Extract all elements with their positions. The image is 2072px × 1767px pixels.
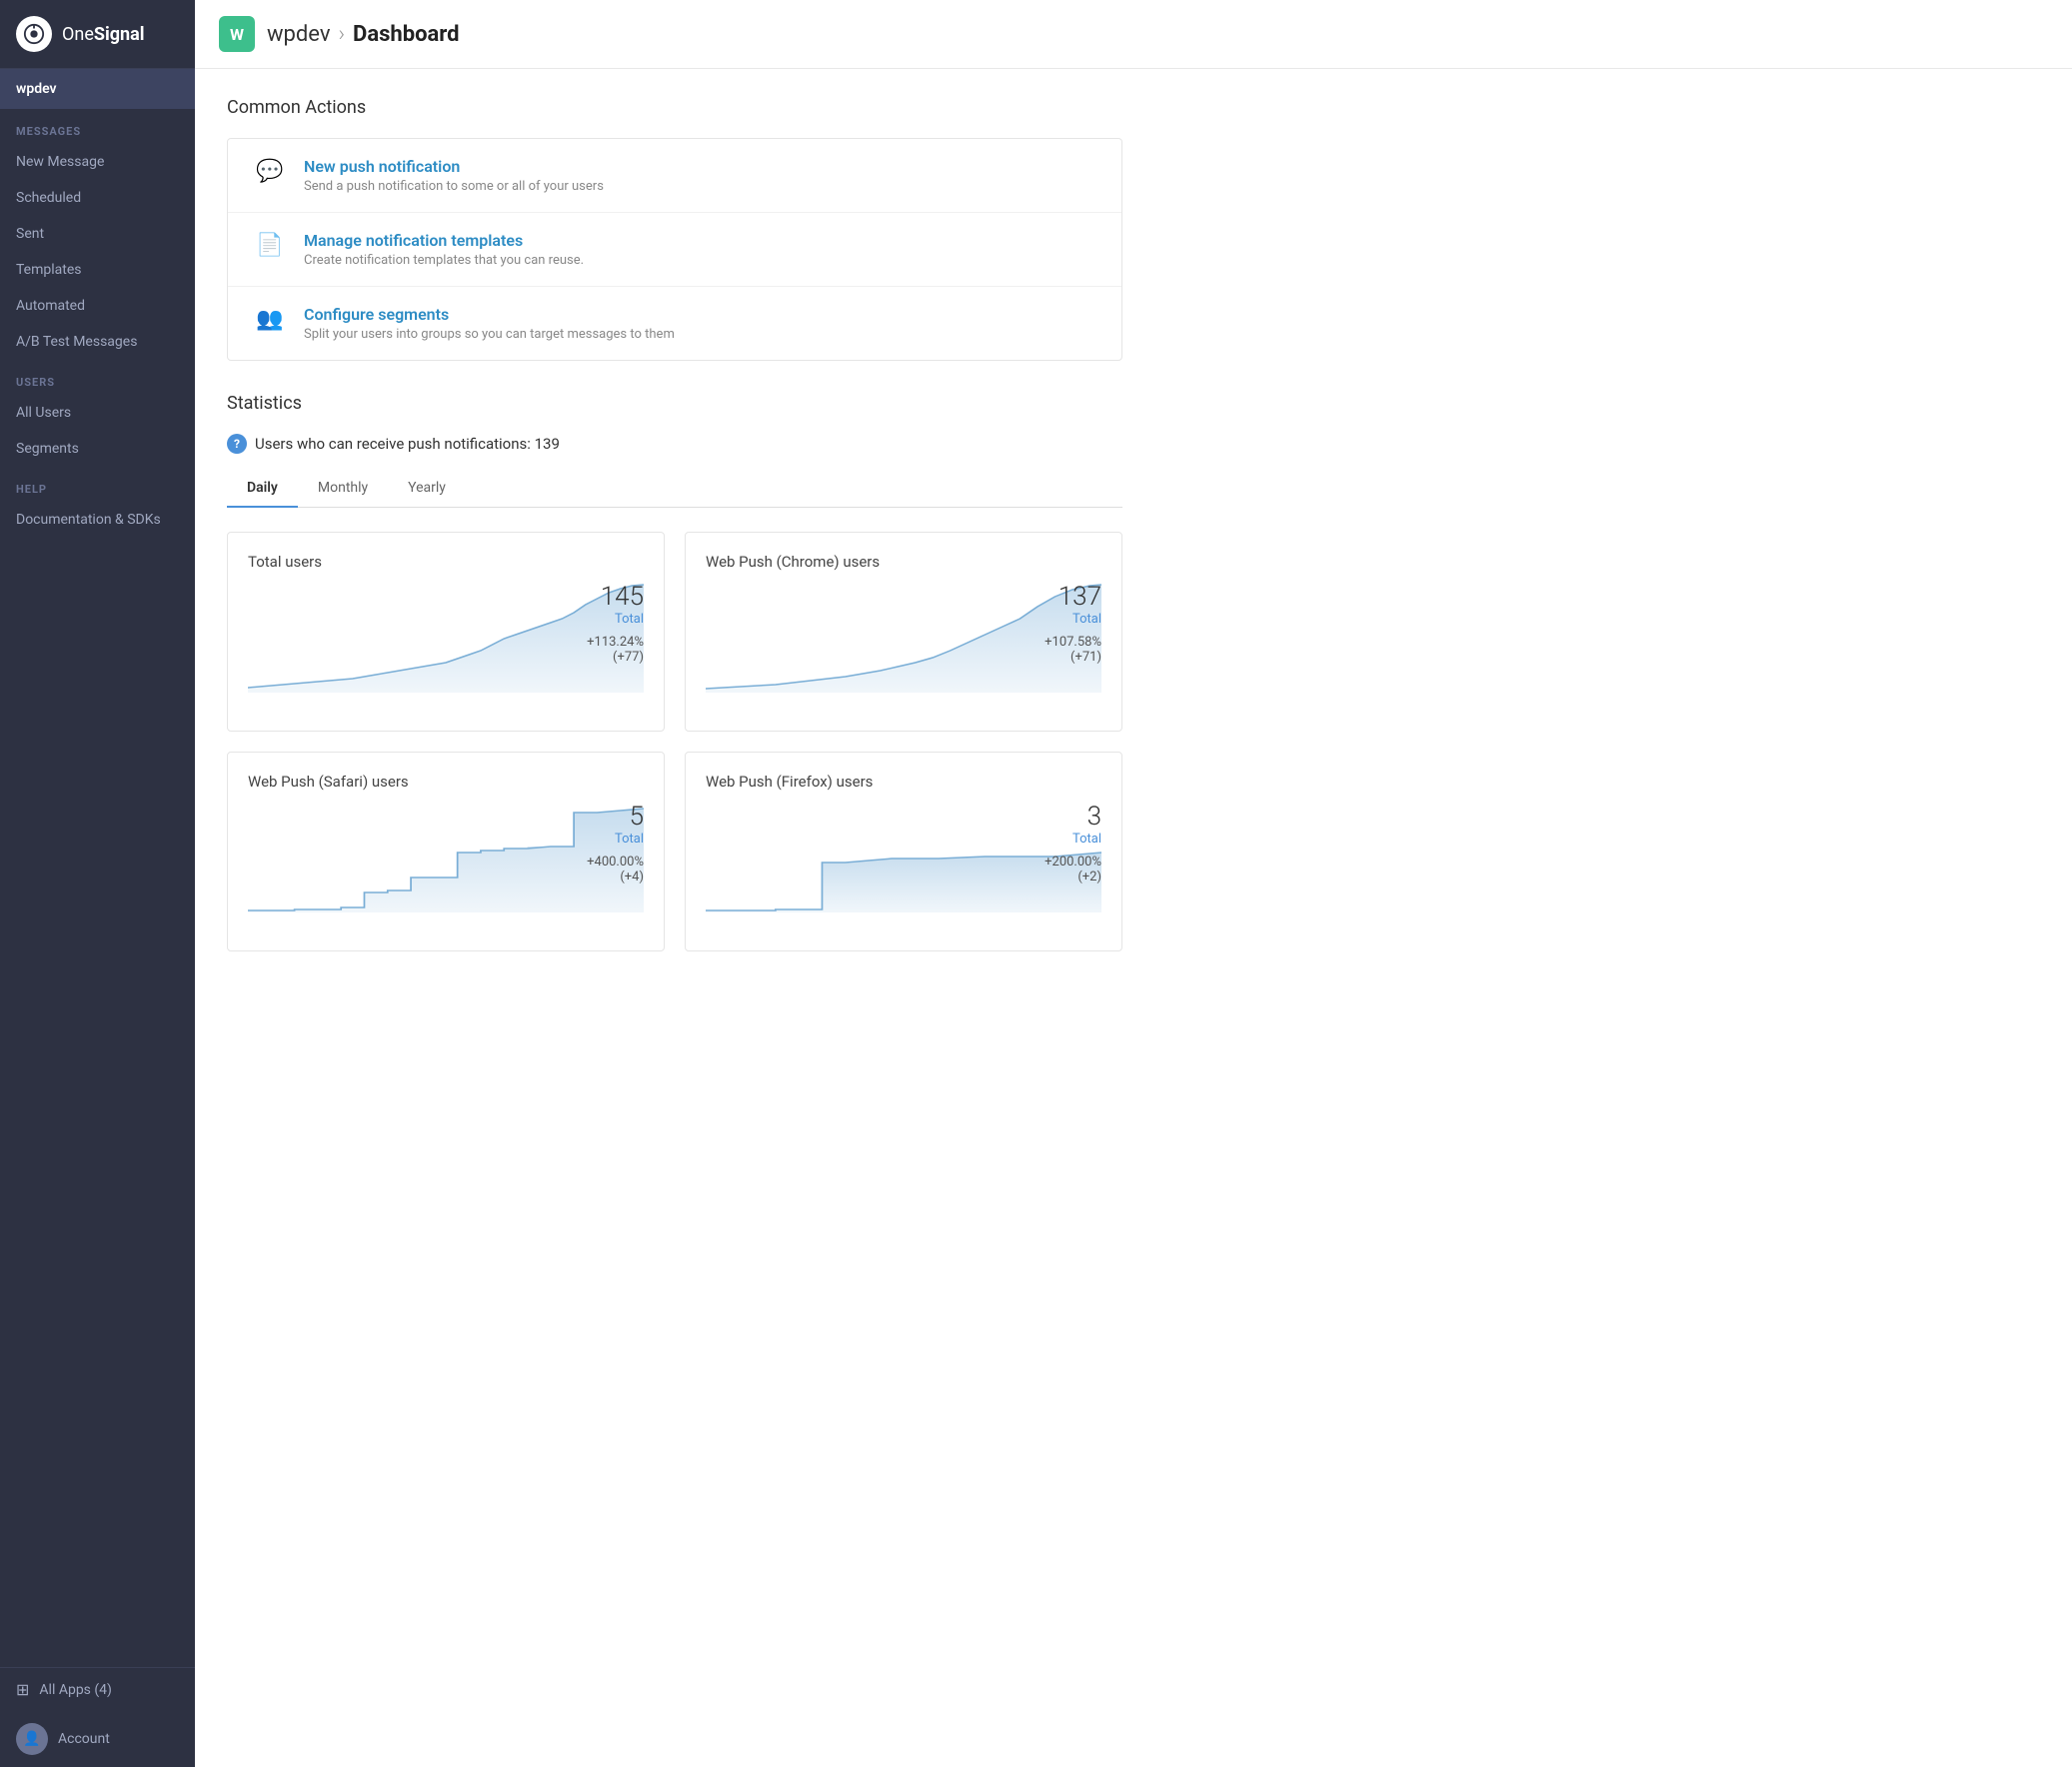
action-configure-segments-title[interactable]: Configure segments: [304, 305, 675, 324]
logo-text: OneSignal: [62, 24, 145, 45]
document-icon: 📄: [252, 231, 288, 258]
action-manage-templates-desc: Create notification templates that you c…: [304, 253, 584, 268]
logo-icon: [16, 16, 52, 52]
chart-chrome-users-stats: 137 Total +107.58% (+71): [1044, 583, 1101, 665]
chart-chrome-users-title: Web Push (Chrome) users: [706, 553, 1101, 571]
chart-chrome-users: Web Push (Chrome) users: [685, 532, 1122, 732]
sidebar-item-new-message[interactable]: New Message: [0, 144, 195, 180]
chart-total-users: Total users: [227, 532, 665, 732]
help-section-label: HELP: [0, 467, 195, 502]
topbar: W wpdev › Dashboard: [195, 0, 2072, 69]
sidebar-section-users: USERS All Users Segments: [0, 360, 195, 467]
sidebar-item-templates[interactable]: Templates: [0, 252, 195, 288]
sidebar-bottom: ⊞ All Apps (4) 👤 Account: [0, 1667, 195, 1767]
common-actions-list: 💬 New push notification Send a push noti…: [227, 138, 1122, 361]
chart-chrome-users-label: Total: [1044, 612, 1101, 627]
action-new-push-desc: Send a push notification to some or all …: [304, 179, 604, 194]
chart-safari-users-svg: [248, 803, 644, 912]
action-new-push-text: New push notification Send a push notifi…: [304, 157, 604, 194]
stats-header: ? Users who can receive push notificatio…: [227, 434, 1122, 454]
action-manage-templates-text: Manage notification templates Create not…: [304, 231, 584, 268]
stats-tabs: Daily Monthly Yearly: [227, 470, 1122, 508]
chart-total-users-change: +113.24%: [587, 635, 644, 650]
chart-chrome-users-change-sub: (+71): [1044, 650, 1101, 665]
sidebar-item-ab-test[interactable]: A/B Test Messages: [0, 324, 195, 360]
users-icon: 👥: [252, 305, 288, 332]
app-badge: W: [219, 16, 255, 52]
chart-safari-users-change: +400.00%: [587, 855, 644, 870]
chart-firefox-users-label: Total: [1044, 832, 1101, 847]
chart-safari-users-area: 5 Total +400.00% (+4): [248, 803, 644, 912]
chart-firefox-users-title: Web Push (Firefox) users: [706, 773, 1101, 791]
statistics-section: Statistics ? Users who can receive push …: [227, 393, 1122, 951]
chart-safari-users-label: Total: [587, 832, 644, 847]
action-configure-segments-desc: Split your users into groups so you can …: [304, 327, 675, 342]
sidebar-item-segments[interactable]: Segments: [0, 431, 195, 467]
chat-bubble-icon: 💬: [252, 157, 288, 184]
tab-daily[interactable]: Daily: [227, 470, 298, 508]
chart-firefox-users-stats: 3 Total +200.00% (+2): [1044, 803, 1101, 884]
account-label: Account: [58, 1731, 110, 1747]
chart-firefox-users: Web Push (Firefox) users: [685, 752, 1122, 951]
users-section-label: USERS: [0, 360, 195, 395]
action-new-push-title[interactable]: New push notification: [304, 157, 604, 176]
action-new-push[interactable]: 💬 New push notification Send a push noti…: [228, 139, 1121, 213]
grid-icon: ⊞: [16, 1680, 29, 1699]
breadcrumb-separator: ›: [338, 22, 345, 47]
account-button[interactable]: 👤 Account: [0, 1711, 195, 1767]
sidebar-item-docs[interactable]: Documentation & SDKs: [0, 502, 195, 538]
page-title: Dashboard: [353, 22, 460, 47]
tab-yearly[interactable]: Yearly: [388, 470, 466, 508]
breadcrumb-app-name: wpdev: [267, 22, 330, 47]
sidebar-item-sent[interactable]: Sent: [0, 216, 195, 252]
info-icon: ?: [227, 434, 247, 454]
action-configure-segments[interactable]: 👥 Configure segments Split your users in…: [228, 287, 1121, 360]
sidebar-item-all-users[interactable]: All Users: [0, 395, 195, 431]
chart-total-users-label: Total: [587, 612, 644, 627]
all-apps-label: All Apps (4): [39, 1682, 112, 1698]
chart-safari-users: Web Push (Safari) users: [227, 752, 665, 951]
chart-firefox-users-total: 3: [1044, 803, 1101, 832]
sidebar-logo: OneSignal: [0, 0, 195, 69]
sidebar-item-automated[interactable]: Automated: [0, 288, 195, 324]
chart-total-users-title: Total users: [248, 553, 644, 571]
chart-safari-users-change-sub: (+4): [587, 870, 644, 884]
sidebar-section-help: HELP Documentation & SDKs: [0, 467, 195, 538]
users-count-label: Users who can receive push notifications…: [255, 435, 560, 453]
chart-total-users-svg: [248, 583, 644, 693]
chart-total-users-area: 145 Total +113.24% (+77): [248, 583, 644, 693]
chart-safari-users-title: Web Push (Safari) users: [248, 773, 644, 791]
chart-firefox-users-area: 3 Total +200.00% (+2): [706, 803, 1101, 912]
action-configure-segments-text: Configure segments Split your users into…: [304, 305, 675, 342]
all-apps-button[interactable]: ⊞ All Apps (4): [0, 1668, 195, 1711]
avatar: 👤: [16, 1723, 48, 1755]
statistics-title: Statistics: [227, 393, 1122, 414]
chart-firefox-users-svg: [706, 803, 1101, 912]
chart-chrome-users-svg: [706, 583, 1101, 693]
content-area: Common Actions 💬 New push notification S…: [195, 69, 1154, 979]
sidebar-section-messages: MESSAGES New Message Scheduled Sent Temp…: [0, 109, 195, 360]
tab-monthly[interactable]: Monthly: [298, 470, 388, 508]
charts-grid: Total users: [227, 532, 1122, 951]
action-manage-templates-title[interactable]: Manage notification templates: [304, 231, 584, 250]
common-actions-title: Common Actions: [227, 97, 1122, 118]
chart-total-users-total: 145: [587, 583, 644, 612]
chart-safari-users-stats: 5 Total +400.00% (+4): [587, 803, 644, 884]
chart-firefox-users-change: +200.00%: [1044, 855, 1101, 870]
chart-chrome-users-area: 137 Total +107.58% (+71): [706, 583, 1101, 693]
chart-chrome-users-change: +107.58%: [1044, 635, 1101, 650]
breadcrumb: wpdev › Dashboard: [267, 22, 460, 47]
chart-firefox-users-change-sub: (+2): [1044, 870, 1101, 884]
action-manage-templates[interactable]: 📄 Manage notification templates Create n…: [228, 213, 1121, 287]
sidebar-app-item[interactable]: wpdev: [0, 69, 195, 109]
main-content: W wpdev › Dashboard Common Actions 💬 New…: [195, 0, 2072, 1767]
chart-safari-users-total: 5: [587, 803, 644, 832]
sidebar-item-scheduled[interactable]: Scheduled: [0, 180, 195, 216]
chart-chrome-users-total: 137: [1044, 583, 1101, 612]
messages-section-label: MESSAGES: [0, 109, 195, 144]
sidebar: OneSignal wpdev MESSAGES New Message Sch…: [0, 0, 195, 1767]
chart-total-users-stats: 145 Total +113.24% (+77): [587, 583, 644, 665]
chart-total-users-change-sub: (+77): [587, 650, 644, 665]
